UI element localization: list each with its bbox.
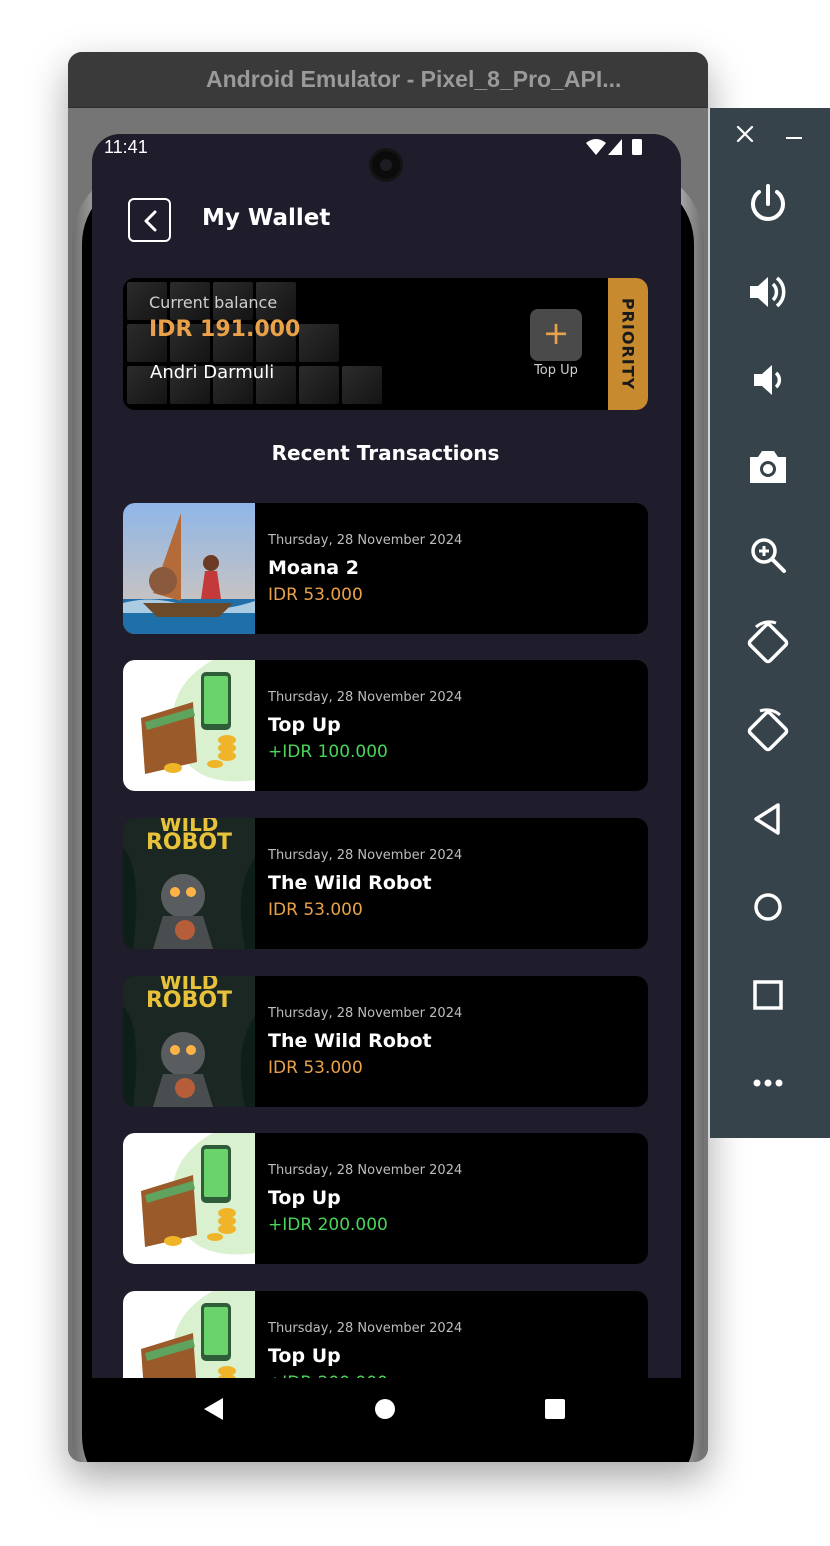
back-button[interactable] — [128, 198, 171, 242]
transaction-amount: +IDR 200.000 — [268, 1215, 388, 1235]
balance-amount: IDR 191.000 — [149, 317, 301, 342]
top-up-button[interactable]: + — [530, 309, 582, 361]
transaction-card[interactable]: WILD ROBOT Thursday, 28 November 2024 The W… — [123, 818, 648, 949]
nav-home-button[interactable] — [375, 1399, 395, 1419]
transaction-card[interactable]: WILD ROBOT Thursday, 28 November 2024 The W… — [123, 976, 648, 1107]
back-icon[interactable] — [742, 793, 794, 845]
status-icons — [586, 137, 646, 157]
transaction-thumbnail — [123, 1291, 255, 1378]
more-icon[interactable] — [742, 1057, 794, 1109]
transaction-date: Thursday, 28 November 2024 — [268, 533, 463, 548]
top-up-label: Top Up — [534, 363, 578, 378]
transaction-thumbnail — [123, 660, 255, 791]
transaction-thumbnail: WILD ROBOT — [123, 976, 255, 1107]
transaction-date: Thursday, 28 November 2024 — [268, 1006, 463, 1021]
status-time: 11:41 — [104, 137, 148, 157]
nav-back-button[interactable] — [204, 1398, 223, 1420]
card-pattern-tile — [342, 366, 382, 404]
card-pattern-tile — [299, 324, 339, 362]
rotate-left-icon[interactable] — [742, 617, 794, 669]
wifi-icon — [586, 139, 606, 155]
transaction-title: The Wild Robot — [268, 1030, 432, 1052]
transaction-card[interactable]: Thursday, 28 November 2024Top Up+IDR 200… — [123, 1291, 648, 1378]
transaction-amount: IDR 53.000 — [268, 585, 363, 605]
overview-icon[interactable] — [742, 969, 794, 1021]
balance-label: Current balance — [149, 293, 278, 312]
minimize-icon[interactable] — [786, 137, 802, 139]
transaction-thumbnail — [123, 1133, 255, 1264]
transaction-date: Thursday, 28 November 2024 — [268, 848, 463, 863]
signal-icon — [608, 139, 622, 155]
transaction-card[interactable]: Thursday, 28 November 2024 Top Up +IDR 200… — [123, 1133, 648, 1264]
camera-icon[interactable] — [742, 441, 794, 493]
battery-icon — [632, 139, 642, 155]
card-owner-name: Andri Darmuli — [150, 362, 275, 383]
transaction-thumbnail — [123, 503, 255, 634]
transaction-date: Thursday, 28 November 2024 — [268, 1321, 463, 1336]
card-pattern-tile — [299, 366, 339, 404]
emulator-titlebar[interactable]: Android Emulator - Pixel_8_Pro_API... — [68, 52, 708, 108]
transaction-amount: IDR 53.000 — [268, 900, 363, 920]
front-camera — [369, 148, 403, 182]
section-title: Recent Transactions — [271, 441, 500, 465]
transaction-title: The Wild Robot — [268, 872, 432, 894]
transaction-card[interactable]: Thursday, 28 November 2024 Top Up +IDR 100… — [123, 660, 648, 791]
priority-badge: PRIORITY — [608, 278, 648, 410]
transaction-title: Top Up — [268, 1345, 341, 1367]
volume-down-icon[interactable] — [742, 354, 794, 406]
plus-icon: + — [542, 314, 570, 352]
transaction-amount: IDR 53.000 — [268, 1058, 363, 1078]
transaction-title: Moana 2 — [268, 557, 359, 579]
priority-label: PRIORITY — [618, 297, 638, 391]
page-title: My Wallet — [202, 205, 331, 231]
transaction-card[interactable]: Thursday, 28 November 2024 Moana 2 IDR 53.… — [123, 503, 648, 634]
home-icon[interactable] — [742, 881, 794, 933]
topup-wallet-image — [123, 1291, 255, 1378]
nav-recents-button[interactable] — [545, 1399, 565, 1419]
transaction-title: Top Up — [268, 714, 341, 736]
chevron-left-icon — [144, 210, 157, 232]
transaction-thumbnail: WILD ROBOT — [123, 818, 255, 949]
power-icon[interactable] — [742, 178, 794, 230]
moana-poster-image — [123, 503, 255, 634]
transaction-title: Top Up — [268, 1187, 341, 1209]
topup-wallet-image — [123, 660, 255, 791]
volume-up-icon[interactable] — [742, 266, 794, 318]
rotate-right-icon[interactable] — [742, 705, 794, 757]
zoom-icon[interactable] — [742, 529, 794, 581]
transaction-amount: +IDR 100.000 — [268, 742, 388, 762]
topup-wallet-image — [123, 1133, 255, 1264]
poster-title-line: ROBOT — [145, 830, 233, 855]
close-icon[interactable] — [735, 124, 755, 144]
transaction-date: Thursday, 28 November 2024 — [268, 690, 463, 705]
poster-title-line: ROBOT — [145, 988, 233, 1013]
emulator-title: Android Emulator - Pixel_8_Pro_API... — [206, 66, 622, 92]
transaction-date: Thursday, 28 November 2024 — [268, 1163, 463, 1178]
